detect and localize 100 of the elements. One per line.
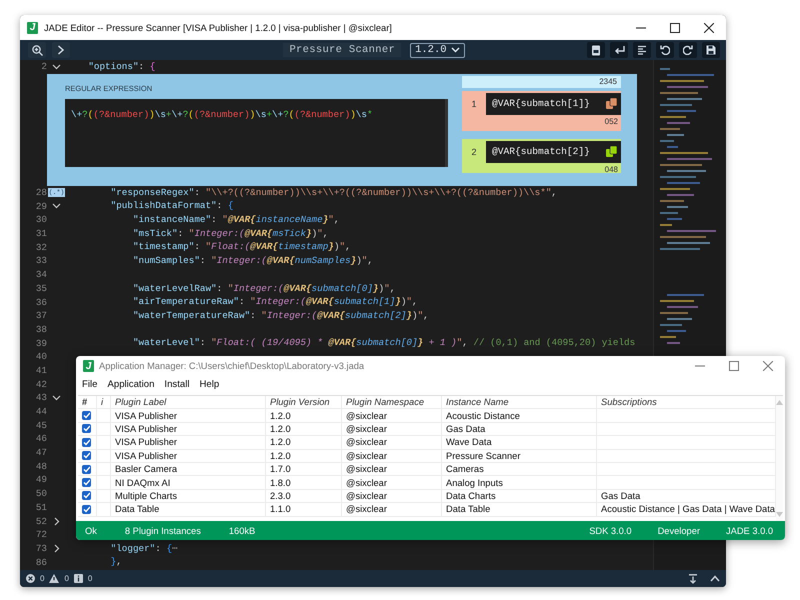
submatch-index: 2 (470, 146, 478, 157)
app-logo: J (83, 360, 94, 372)
chevron-right-icon[interactable] (54, 516, 60, 526)
code-line: "airTemperatureRaw": "Integer:(@VAR{submatch[1]})", (132, 295, 418, 309)
status-text: 8 Plugin Instances (124, 526, 201, 536)
table-cell: @sixclear (342, 476, 442, 489)
checkbox[interactable] (82, 424, 91, 434)
maximize-icon (670, 22, 680, 32)
column-header[interactable]: Plugin Namespace (342, 396, 442, 408)
table-cell: Basler Camera (111, 462, 266, 476)
code-line: "waterLevelRaw": "Integer:(@VAR{submatch[0]})", (132, 282, 396, 296)
column-header[interactable]: # (78, 396, 97, 408)
copy-icon[interactable] (606, 98, 617, 110)
checkbox[interactable] (82, 438, 91, 447)
info-icon[interactable] (74, 574, 83, 583)
checkbox[interactable] (82, 464, 91, 474)
expand-button[interactable] (52, 42, 70, 58)
code-line: "waterLevel": "Float:( (19/4095) * @VAR{submatch[0]} + 1 )", // (0,1) and (4095,20) yields (132, 336, 636, 350)
zoom-in-icon (32, 44, 42, 56)
redo-button[interactable] (679, 42, 698, 58)
chevron-right-icon (57, 45, 65, 55)
table-cell: Acoustic Distance (442, 409, 597, 422)
error-icon[interactable] (26, 574, 35, 583)
line-number: 31 (34, 228, 47, 240)
line-number: 38 (34, 324, 47, 335)
warning-icon[interactable] (49, 574, 60, 583)
table-cell: 1.7.0 (266, 462, 342, 476)
undo-button[interactable] (656, 42, 674, 58)
chevron-down-icon[interactable] (52, 394, 61, 401)
close-icon (704, 22, 714, 32)
code-line: "timestamp": "Float:(@VAR{timestamp})", (132, 240, 351, 254)
line-number: 50 (34, 488, 47, 500)
app-logo: J (27, 22, 38, 34)
wrap-button[interactable] (610, 42, 628, 58)
table-cell: Pressure Scanner (442, 450, 597, 462)
table-cell: Wave Data (442, 436, 597, 449)
menu-item[interactable]: Application (107, 379, 154, 390)
table-cell: Multiple Charts (111, 490, 266, 502)
column-header[interactable]: Plugin Label (111, 396, 266, 408)
close-icon (763, 361, 773, 371)
return-arrow-icon (614, 45, 625, 55)
maximize-icon (729, 361, 739, 371)
table-cell: @sixclear (342, 436, 442, 449)
line-number: 30 (34, 214, 47, 226)
table-cell: VISA Publisher (111, 436, 266, 449)
panel-button[interactable] (587, 42, 606, 58)
window-title: Application Manager: C:\Users\chief\Desktop\Laboratory-v3.jada (99, 361, 364, 371)
status-text: Developer (658, 526, 700, 536)
error-count: 0 (40, 574, 44, 583)
save-button[interactable] (702, 42, 720, 58)
chevron-down-icon[interactable] (52, 64, 61, 70)
line-number: 52 (34, 516, 47, 527)
document-icon (591, 44, 602, 56)
table-cell: NI DAQmx AI (111, 476, 266, 489)
status-text: JADE 3.0.0 (726, 526, 773, 536)
table-cell: @sixclear (342, 422, 442, 436)
regex-input[interactable]: \+?((?&number))\s+\+?((?&number))\s+\+?((?&number))\s* (65, 98, 448, 167)
zoom-button[interactable] (28, 42, 46, 58)
status-text: 160kB (228, 526, 256, 536)
line-number: 32 (34, 242, 47, 253)
table-cell: @sixclear (342, 450, 442, 462)
status-text: SDK 3.0.0 (589, 526, 632, 536)
checkbox[interactable] (82, 451, 91, 460)
column-header[interactable]: Instance Name (442, 396, 597, 408)
document-title: Pressure Scanner (283, 43, 402, 57)
column-header[interactable]: Plugin Version (266, 396, 342, 408)
line-number: 46 (34, 433, 47, 444)
table-cell: 1.2.0 (266, 436, 342, 449)
menu-item[interactable]: Install (164, 379, 190, 390)
checkbox[interactable] (82, 504, 91, 514)
line-number: 35 (34, 282, 47, 294)
caret-up-icon[interactable] (710, 575, 720, 582)
format-button[interactable] (633, 42, 652, 58)
submatch-value: 048 (604, 164, 619, 174)
info-count: 0 (88, 574, 92, 583)
chevron-down-icon (450, 47, 460, 53)
table-cell: Cameras (442, 462, 597, 476)
version-select[interactable]: 1.2.0 (410, 42, 465, 58)
checkbox[interactable] (82, 411, 91, 420)
table-cell: @sixclear (342, 503, 442, 516)
chevron-right-icon[interactable] (54, 544, 60, 553)
table-cell: 1.2.0 (266, 422, 342, 436)
copy-icon[interactable] (606, 146, 617, 158)
line-number: 43 (34, 392, 47, 404)
menu-item[interactable]: Help (199, 379, 220, 390)
download-icon[interactable] (688, 574, 698, 584)
code-line: "instanceName": "@VAR{instanceName}", (132, 213, 340, 227)
chevron-down-icon[interactable] (52, 203, 61, 210)
checkbox[interactable] (82, 478, 91, 488)
line-number: 40 (34, 351, 47, 362)
column-header[interactable]: i (97, 396, 111, 408)
menu-item[interactable]: File (82, 379, 98, 390)
line-number: 28 (34, 187, 47, 198)
line-number: 86 (34, 556, 47, 568)
line-number: 41 (34, 364, 47, 376)
code-line: "waterTemperatureRaw": "Integer:(@VAR{submatch[2]})", (132, 308, 429, 323)
checkbox[interactable] (82, 491, 91, 500)
line-number: 47 (34, 447, 47, 458)
table-cell: VISA Publisher (111, 409, 266, 422)
table-cell: Gas Data (442, 422, 597, 436)
